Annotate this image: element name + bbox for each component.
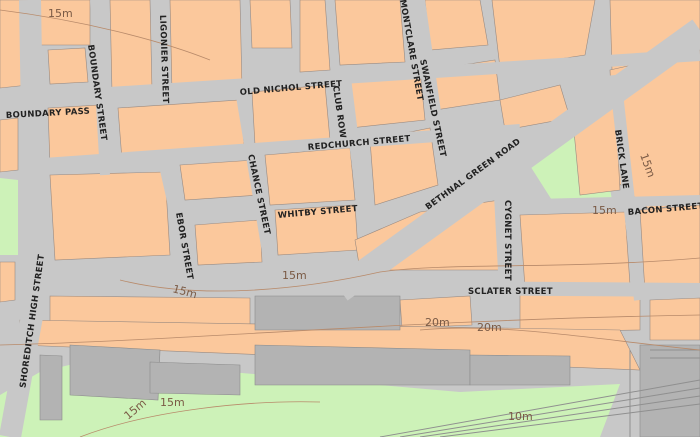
map-canvas: BOUNDARY PASS BOUNDARY STREET LIGONIER S… bbox=[0, 0, 700, 437]
contour-label-15m: 15m bbox=[592, 204, 617, 217]
contour-label-10m: 10m bbox=[508, 410, 533, 423]
contour-label-15m: 15m bbox=[48, 7, 73, 20]
label-sclater-street: SCLATER STREET bbox=[468, 287, 553, 297]
contour-label-15m: 15m bbox=[160, 396, 185, 409]
map-view[interactable]: BOUNDARY PASS BOUNDARY STREET LIGONIER S… bbox=[0, 0, 700, 437]
contour-label-20m: 20m bbox=[425, 316, 450, 329]
label-cygnet-street: CYGNET STREET bbox=[502, 200, 512, 281]
contour-label-20m: 20m bbox=[477, 321, 502, 334]
contour-label-15m: 15m bbox=[282, 269, 307, 282]
